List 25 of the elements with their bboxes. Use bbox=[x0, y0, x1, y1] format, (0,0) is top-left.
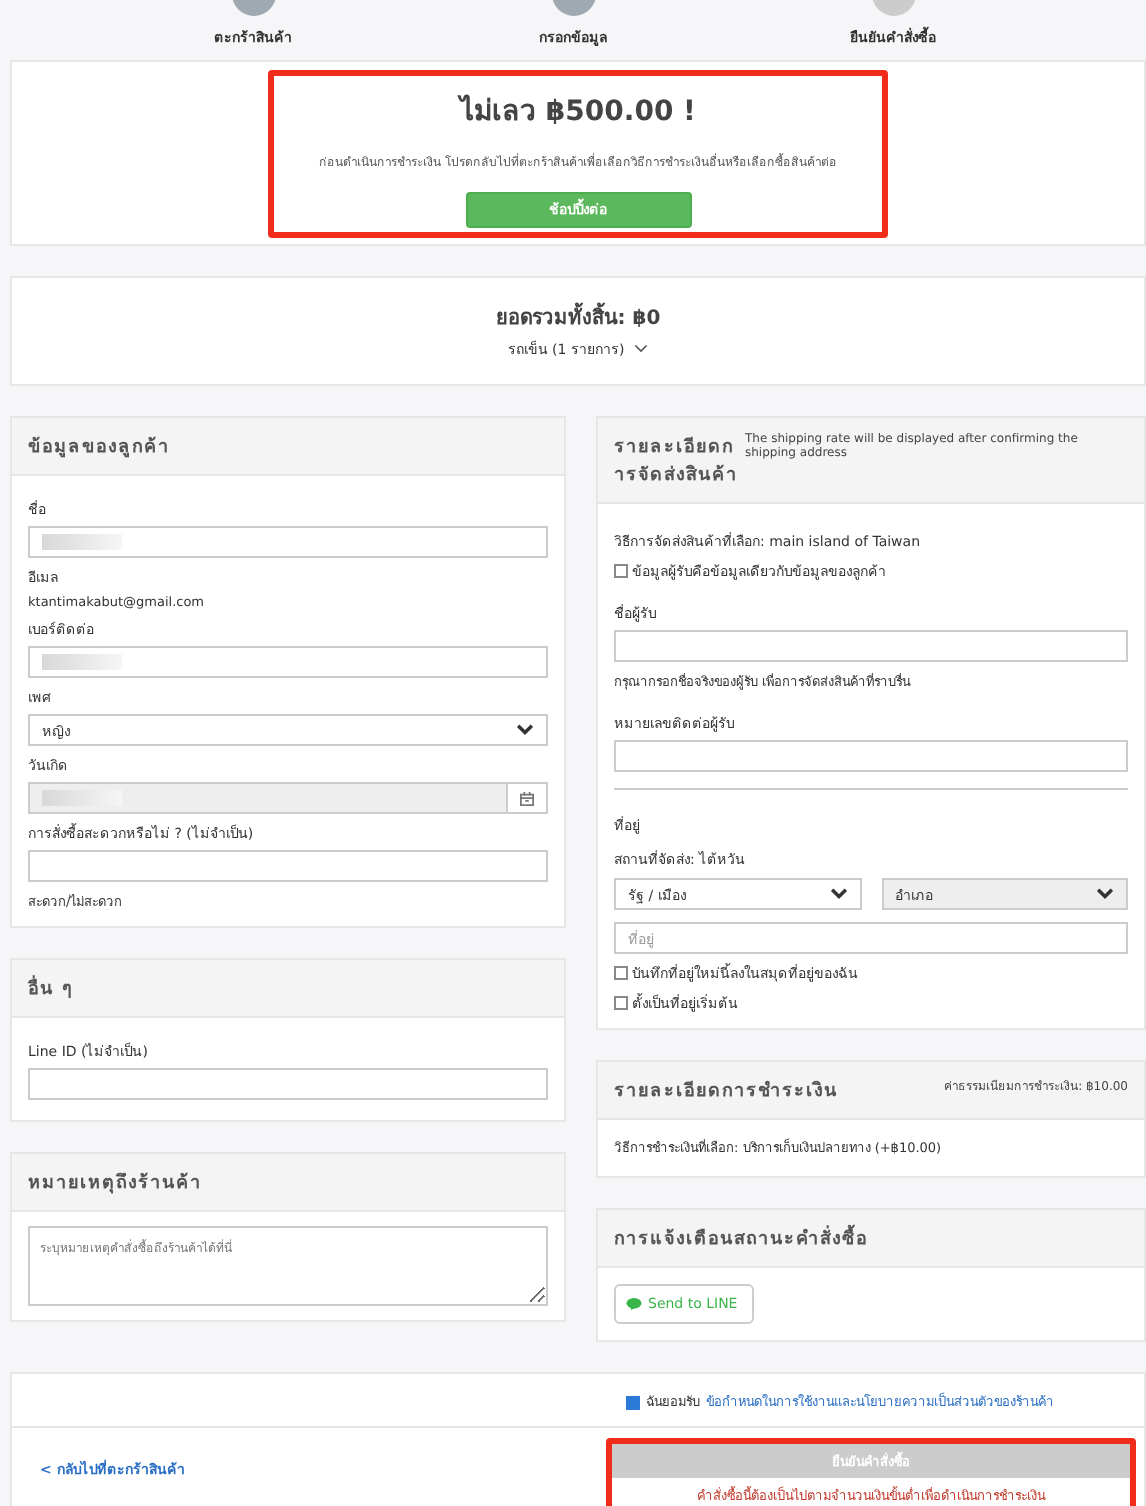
panel-title: การแจ้งเตือนสถานะคำสั่งซื้อ bbox=[614, 1224, 868, 1252]
date-field[interactable] bbox=[28, 782, 508, 814]
checkbox[interactable] bbox=[614, 996, 628, 1010]
checkbox[interactable] bbox=[614, 966, 628, 980]
checkbox[interactable] bbox=[626, 1395, 640, 1409]
caret-icon bbox=[516, 724, 534, 736]
panel-title: รายละเอียดการชำระเงิน bbox=[614, 1078, 838, 1104]
alert-title: ไม่เลว ฿500.00 ! bbox=[460, 92, 696, 131]
caret-icon bbox=[829, 888, 847, 900]
panel-title: หมายเหตุถึงร้านค้า bbox=[28, 1170, 202, 1196]
calendar-button[interactable] bbox=[508, 782, 548, 814]
input-field[interactable] bbox=[28, 1068, 548, 1100]
panel-title: ข้อมูลของลูกค้า bbox=[28, 434, 170, 460]
checkbox[interactable] bbox=[614, 564, 628, 578]
input-field[interactable] bbox=[28, 850, 548, 882]
input-field[interactable] bbox=[614, 740, 1128, 772]
caret-icon bbox=[1096, 888, 1114, 900]
panel-title: รายละเอียดการจัดส่งสินค้า bbox=[614, 434, 740, 488]
total-label: ยอดรวมทั้งสิ้น: ฿0 bbox=[495, 302, 661, 332]
input-field[interactable] bbox=[28, 526, 548, 558]
chat-bubble-icon bbox=[626, 1298, 642, 1310]
panel-title: อื่น ๆ bbox=[28, 974, 75, 1002]
calendar-icon bbox=[520, 791, 534, 805]
input-field[interactable] bbox=[614, 630, 1128, 662]
input-field[interactable] bbox=[28, 646, 548, 678]
